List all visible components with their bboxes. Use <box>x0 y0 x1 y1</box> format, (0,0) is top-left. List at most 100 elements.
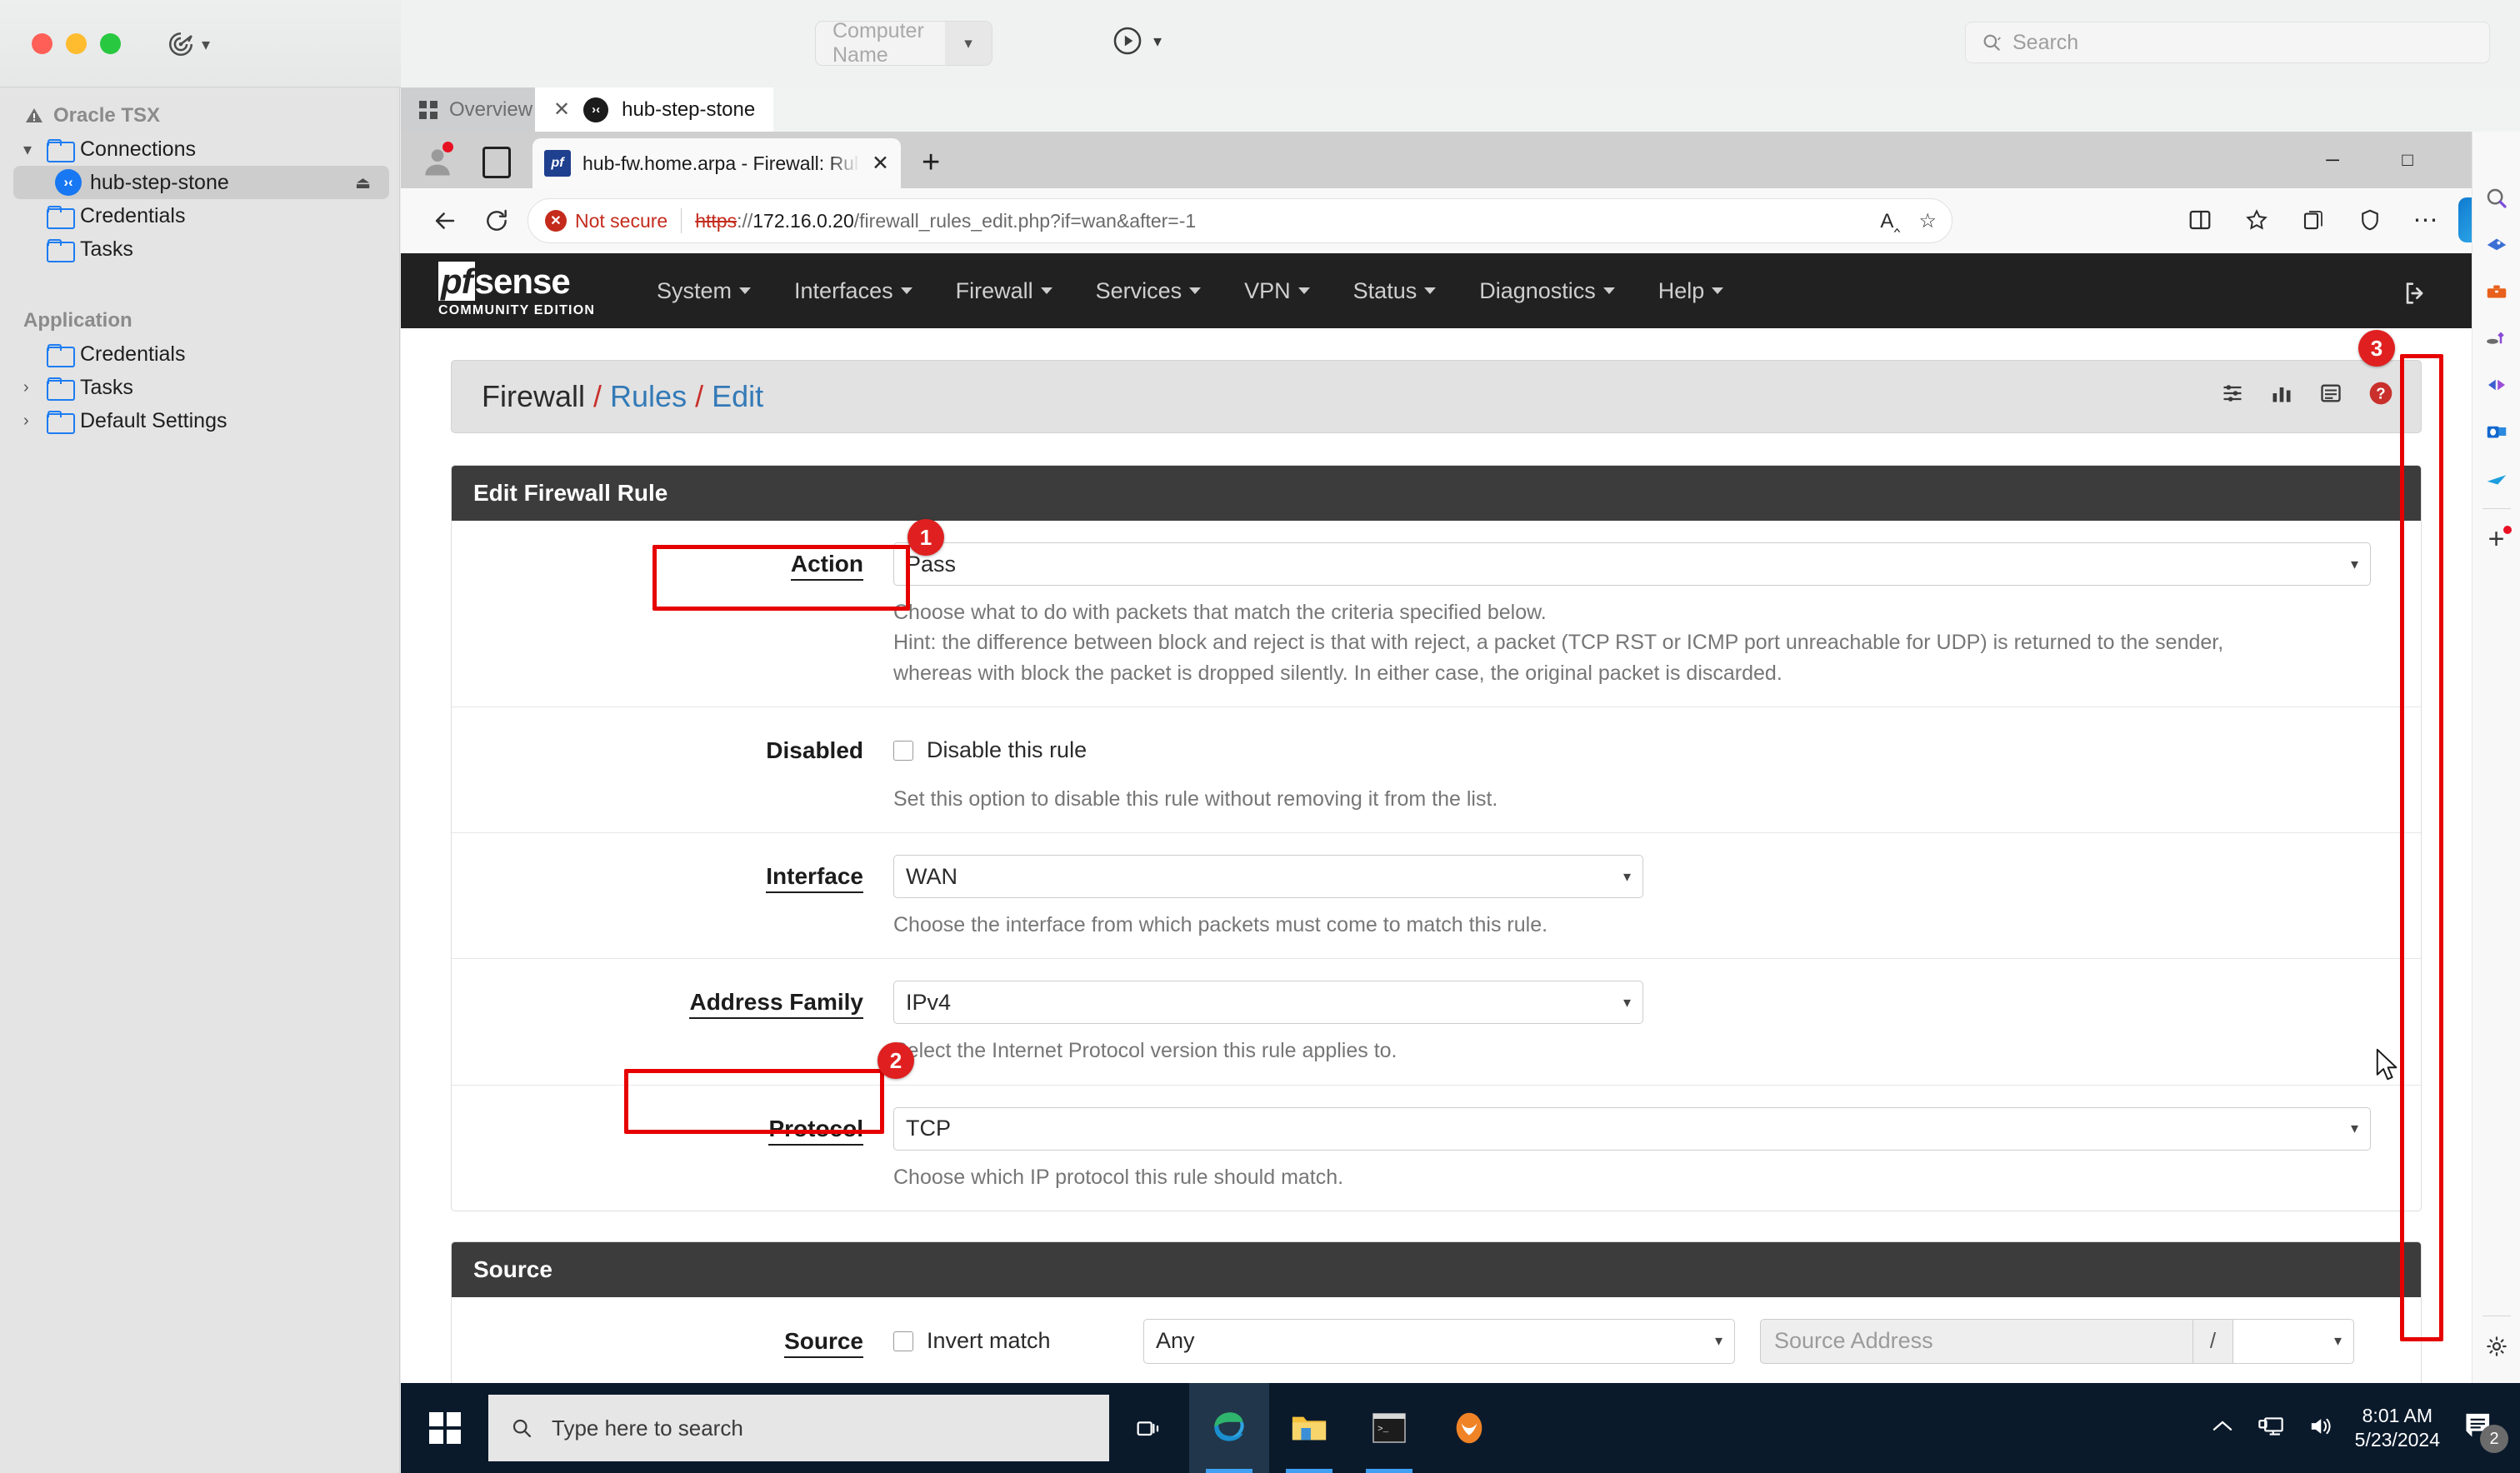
rail-games-icon[interactable] <box>2475 315 2518 362</box>
breadcrumb-item-edit[interactable]: Edit <box>712 379 763 414</box>
minimize-window-button[interactable] <box>66 33 87 54</box>
edge-tab-bar: pf hub-fw.home.arpa - Firewall: Rule ✕ +… <box>401 132 2520 188</box>
vertical-tabs-icon[interactable] <box>482 147 511 178</box>
connect-target-menu[interactable]: ▾ <box>167 30 210 58</box>
menu-help[interactable]: Help <box>1637 253 1746 328</box>
source-address-input[interactable]: Source Address <box>1760 1318 2193 1364</box>
more-options-button[interactable]: ⋯ <box>2402 195 2452 245</box>
window-traffic-lights[interactable] <box>32 33 121 54</box>
source-type-select[interactable]: Any ▾ <box>1143 1318 1735 1364</box>
address-bar[interactable]: ✕ Not secure https://172.16.0.20/firewal… <box>528 198 1952 243</box>
list-icon[interactable] <box>2318 382 2344 412</box>
start-button[interactable] <box>401 1383 488 1473</box>
task-view-button[interactable] <box>1109 1383 1189 1473</box>
chevron-down-icon[interactable]: ▾ <box>945 22 992 65</box>
action-select[interactable]: Pass ▾ <box>893 542 2371 586</box>
eject-icon[interactable]: ⏏ <box>355 172 371 193</box>
checkbox-icon[interactable] <box>893 740 913 761</box>
filter-icon[interactable] <box>2219 382 2246 412</box>
tab-overview[interactable]: Overview <box>401 87 535 132</box>
collections-button[interactable] <box>2288 195 2338 245</box>
notifications-button[interactable]: 2 <box>2462 1408 2508 1453</box>
back-button[interactable] <box>419 195 471 247</box>
ssh-connection-icon: ›‹ <box>583 97 609 122</box>
taskbar-app-orange[interactable] <box>1429 1383 1509 1473</box>
interface-select[interactable]: WAN ▾ <box>893 855 1643 898</box>
sidebar-item-app-tasks[interactable]: › Tasks <box>0 371 399 404</box>
menu-system[interactable]: System <box>635 253 772 328</box>
menu-vpn[interactable]: VPN <box>1222 253 1332 328</box>
favorites-button[interactable] <box>2232 195 2282 245</box>
computer-name-input[interactable]: Computer Name ▾ <box>815 19 992 67</box>
refresh-button[interactable] <box>471 195 522 247</box>
close-tab-icon[interactable]: ✕ <box>872 151 889 176</box>
network-icon[interactable] <box>2257 1414 2285 1443</box>
maximize-window-button[interactable] <box>100 33 121 54</box>
refresh-icon <box>487 209 507 231</box>
chevron-down-icon[interactable]: ▾ <box>23 139 38 160</box>
logout-button[interactable] <box>2400 279 2432 314</box>
help-icon[interactable]: ? <box>2368 380 2394 413</box>
folder-icon <box>47 139 75 162</box>
disable-this-rule-checkbox[interactable]: Disable this rule <box>893 729 2371 772</box>
connect-play-button[interactable]: ▾ <box>1112 25 1162 57</box>
pfsense-logo[interactable]: pfsense COMMUNITY EDITION <box>438 261 605 318</box>
close-icon[interactable]: ✕ <box>553 97 570 122</box>
screen: ▾ Computer Name ▾ ▾ Search Oracle TSX ▾ … <box>0 0 2520 1473</box>
mac-search-input[interactable]: Search <box>1965 22 2490 63</box>
invert-match-label: Invert match <box>927 1328 1051 1354</box>
omnibox-actions: A‸ ☆ <box>1880 209 1937 233</box>
rail-add-button[interactable]: + <box>2475 516 2518 562</box>
menu-diagnostics[interactable]: Diagnostics <box>1458 253 1637 328</box>
show-hidden-icons-button[interactable] <box>2210 1417 2235 1440</box>
taskbar-app-terminal[interactable]: >_ <box>1349 1383 1429 1473</box>
caret-down-icon <box>1298 287 1310 294</box>
tab-hub-step-stone[interactable]: ✕ ›‹ hub-step-stone <box>535 87 774 132</box>
sidebar-item-hub-step-stone[interactable]: ›‹ hub-step-stone ⏏ <box>13 166 389 199</box>
breadcrumb: Firewall / Rules / Edit <box>482 379 763 414</box>
chevron-right-icon[interactable]: › <box>23 378 38 397</box>
sidebar-item-tasks[interactable]: Tasks <box>0 232 399 266</box>
star-icon[interactable]: ☆ <box>1918 209 1937 233</box>
read-aloud-icon[interactable]: A‸ <box>1880 209 1900 233</box>
protocol-select[interactable]: TCP ▾ <box>893 1106 2371 1151</box>
menu-services[interactable]: Services <box>1074 253 1223 328</box>
browser-essentials-button[interactable] <box>2345 195 2395 245</box>
rail-tools-icon[interactable] <box>2475 268 2518 315</box>
chevron-down-icon: ▾ <box>2350 1120 2358 1136</box>
new-tab-button[interactable]: + <box>922 145 940 181</box>
maximize-button[interactable]: □ <box>2370 132 2445 188</box>
invert-match-checkbox[interactable]: Invert match <box>893 1320 1143 1363</box>
sidebar-item-default-settings[interactable]: › Default Settings <box>0 404 399 437</box>
taskbar-clock[interactable]: 8:01 AM 5/23/2024 <box>2355 1404 2440 1453</box>
address-family-select[interactable]: IPv4 ▾ <box>893 981 1643 1025</box>
browser-tab-active[interactable]: pf hub-fw.home.arpa - Firewall: Rule ✕ <box>532 138 901 188</box>
security-badge[interactable]: ✕ Not secure <box>545 210 668 232</box>
field-row-interface: Interface WAN ▾ Choose the interface fro… <box>452 833 2421 960</box>
source-mask-select[interactable]: ▾ <box>2233 1318 2354 1364</box>
menu-interfaces[interactable]: Interfaces <box>772 253 934 328</box>
menu-status[interactable]: Status <box>1332 253 1458 328</box>
collections-icon <box>2303 211 2322 230</box>
minimize-button[interactable]: ─ <box>2295 132 2370 188</box>
taskbar-app-edge[interactable] <box>1189 1383 1269 1473</box>
sidebar-item-connections[interactable]: ▾ Connections <box>0 132 399 166</box>
rail-paint-icon[interactable] <box>2475 455 2518 502</box>
close-window-button[interactable] <box>32 33 52 54</box>
taskbar-search-box[interactable]: Type here to search <box>488 1395 1109 1461</box>
rail-search-icon[interactable] <box>2475 175 2518 222</box>
rail-outlook-icon[interactable] <box>2475 408 2518 455</box>
taskbar-app-file-explorer[interactable] <box>1269 1383 1349 1473</box>
checkbox-icon[interactable] <box>893 1331 913 1351</box>
rail-settings-button[interactable] <box>2475 1323 2518 1370</box>
chevron-right-icon[interactable]: › <box>23 412 38 431</box>
sidebar-item-credentials[interactable]: Credentials <box>0 199 399 232</box>
split-screen-button[interactable] <box>2175 195 2225 245</box>
chart-icon[interactable] <box>2269 382 2294 412</box>
breadcrumb-item-rules[interactable]: Rules <box>610 379 687 414</box>
rail-microsoft-365-icon[interactable] <box>2475 362 2518 408</box>
volume-icon[interactable] <box>2307 1415 2333 1442</box>
sidebar-item-app-credentials[interactable]: Credentials <box>0 337 399 371</box>
menu-firewall[interactable]: Firewall <box>934 253 1074 328</box>
rail-shopping-icon[interactable] <box>2475 222 2518 268</box>
